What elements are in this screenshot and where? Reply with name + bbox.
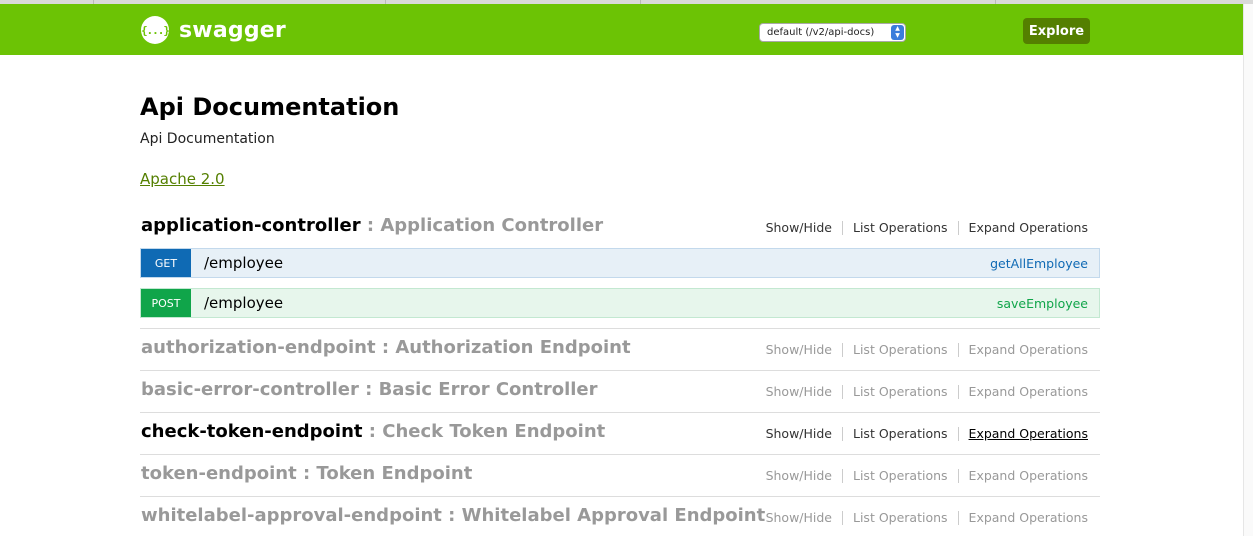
resource-divider <box>140 370 1100 371</box>
resource-options: Show/Hide List Operations Expand Operati… <box>766 468 1088 483</box>
operation-path[interactable]: /employee <box>204 254 283 272</box>
operation-nickname[interactable]: getAllEmployee <box>990 256 1088 271</box>
resource-header: whitelabel-approval-endpoint : Whitelabe… <box>140 502 1100 532</box>
resource-name: authorization-endpoint <box>141 337 376 358</box>
expand-operations-link[interactable]: Expand Operations <box>969 468 1088 483</box>
page-scrollbar[interactable] <box>1243 4 1253 536</box>
resource-authorization-endpoint: authorization-endpoint : Authorization E… <box>140 334 1100 371</box>
resource-name: whitelabel-approval-endpoint <box>141 505 442 526</box>
resource-name: application-controller <box>141 215 361 236</box>
resource-title[interactable]: application-controller : Application Con… <box>141 215 603 236</box>
list-operations-link[interactable]: List Operations <box>853 220 948 235</box>
swagger-header: {...} swagger default (/v2/api-docs) ▲ ▼ … <box>0 4 1243 55</box>
operation-path[interactable]: /employee <box>204 294 283 312</box>
api-definition-select-value: default (/v2/api-docs) <box>767 27 875 38</box>
resource-description: : Token Endpoint <box>296 463 473 484</box>
list-operations-link[interactable]: List Operations <box>853 384 948 399</box>
resource-options: Show/Hide List Operations Expand Operati… <box>766 510 1088 525</box>
resource-divider <box>140 412 1100 413</box>
resource-name: check-token-endpoint <box>141 421 363 442</box>
show-hide-link[interactable]: Show/Hide <box>766 510 832 525</box>
resource-whitelabel-approval-endpoint: whitelabel-approval-endpoint : Whitelabe… <box>140 502 1100 532</box>
resource-header: authorization-endpoint : Authorization E… <box>140 334 1100 364</box>
operation-post-employee[interactable]: POST /employee saveEmployee <box>140 288 1100 318</box>
list-operations-link[interactable]: List Operations <box>853 510 948 525</box>
operation-nickname[interactable]: saveEmployee <box>997 296 1088 311</box>
resource-divider <box>140 328 1100 329</box>
resource-header: basic-error-controller : Basic Error Con… <box>140 376 1100 406</box>
resource-description: : Application Controller <box>360 215 604 236</box>
api-title: Api Documentation <box>140 93 400 121</box>
resource-basic-error-controller: basic-error-controller : Basic Error Con… <box>140 376 1100 413</box>
resource-token-endpoint: token-endpoint : Token Endpoint Show/Hid… <box>140 460 1100 497</box>
resource-header: application-controller : Application Con… <box>140 212 1100 242</box>
api-description: Api Documentation <box>140 131 275 147</box>
select-updown-icon: ▲ ▼ <box>891 25 904 40</box>
resource-options: Show/Hide List Operations Expand Operati… <box>766 384 1088 399</box>
api-definition-select[interactable]: default (/v2/api-docs) ▲ ▼ <box>759 23 906 42</box>
resource-name: basic-error-controller <box>141 379 359 400</box>
list-operations-link[interactable]: List Operations <box>853 426 948 441</box>
http-method-badge[interactable]: POST <box>141 289 191 317</box>
expand-operations-link[interactable]: Expand Operations <box>969 510 1088 525</box>
expand-operations-link[interactable]: Expand Operations <box>969 426 1088 441</box>
show-hide-link[interactable]: Show/Hide <box>766 426 832 441</box>
resource-description: : Authorization Endpoint <box>375 337 631 358</box>
operation-get-employee[interactable]: GET /employee getAllEmployee <box>140 248 1100 278</box>
resource-options: Show/Hide List Operations Expand Operati… <box>766 426 1088 441</box>
resource-header: token-endpoint : Token Endpoint Show/Hid… <box>140 460 1100 490</box>
resource-description: : Whitelabel Approval Endpoint <box>441 505 766 526</box>
resource-options: Show/Hide List Operations Expand Operati… <box>766 342 1088 357</box>
resource-check-token-endpoint: check-token-endpoint : Check Token Endpo… <box>140 418 1100 455</box>
list-operations-link[interactable]: List Operations <box>853 342 948 357</box>
resource-divider <box>140 496 1100 497</box>
resource-divider <box>140 454 1100 455</box>
http-method-badge[interactable]: GET <box>141 249 191 277</box>
show-hide-link[interactable]: Show/Hide <box>766 384 832 399</box>
resource-name: token-endpoint <box>141 463 297 484</box>
resource-description: : Check Token Endpoint <box>362 421 606 442</box>
resource-application-controller: application-controller : Application Con… <box>140 212 1100 329</box>
explore-button[interactable]: Explore <box>1023 18 1090 44</box>
show-hide-link[interactable]: Show/Hide <box>766 220 832 235</box>
expand-operations-link[interactable]: Expand Operations <box>969 220 1088 235</box>
expand-operations-link[interactable]: Expand Operations <box>969 384 1088 399</box>
show-hide-link[interactable]: Show/Hide <box>766 342 832 357</box>
swagger-logo-icon: {...} <box>141 16 170 44</box>
resource-title[interactable]: authorization-endpoint : Authorization E… <box>141 337 631 358</box>
resource-description: : Basic Error Controller <box>358 379 598 400</box>
resource-title[interactable]: basic-error-controller : Basic Error Con… <box>141 379 598 400</box>
resource-options: Show/Hide List Operations Expand Operati… <box>766 220 1088 235</box>
swagger-logo[interactable]: {...} swagger <box>141 16 286 44</box>
resource-title[interactable]: whitelabel-approval-endpoint : Whitelabe… <box>141 505 765 526</box>
expand-operations-link[interactable]: Expand Operations <box>969 342 1088 357</box>
swagger-logo-text: swagger <box>179 17 286 43</box>
resource-title[interactable]: check-token-endpoint : Check Token Endpo… <box>141 421 605 442</box>
license-link[interactable]: Apache 2.0 <box>140 170 225 188</box>
list-operations-link[interactable]: List Operations <box>853 468 948 483</box>
resource-title[interactable]: token-endpoint : Token Endpoint <box>141 463 472 484</box>
show-hide-link[interactable]: Show/Hide <box>766 468 832 483</box>
resource-header: check-token-endpoint : Check Token Endpo… <box>140 418 1100 448</box>
